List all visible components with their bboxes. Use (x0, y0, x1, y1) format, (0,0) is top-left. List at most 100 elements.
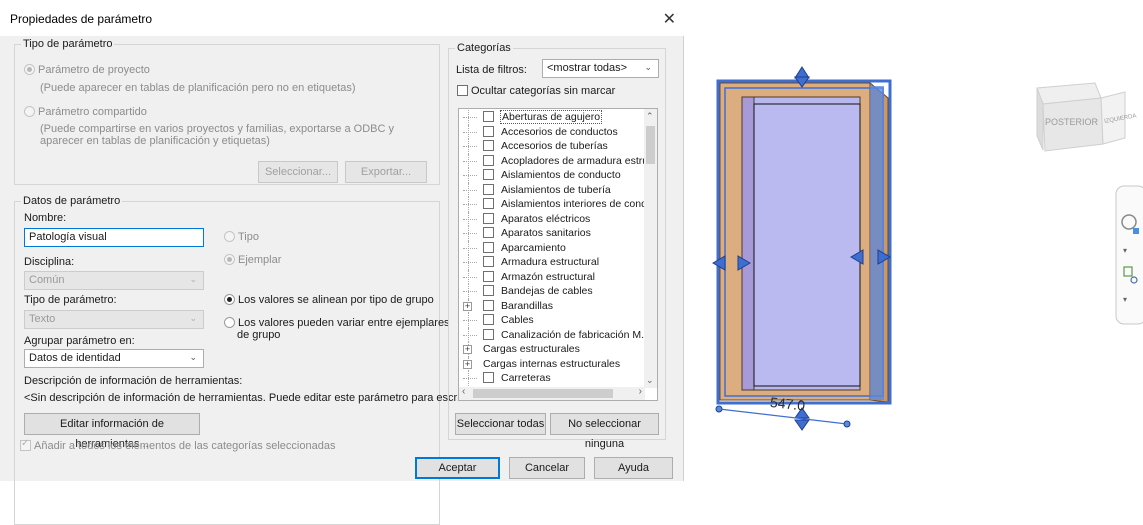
add-to-all-elements-label: Añadir a todos los elementos de las cate… (34, 440, 336, 452)
list-item[interactable]: Armazón estructural (459, 269, 649, 284)
vary-by-instance-label-1: Los valores pueden variar entre ejemplar… (238, 317, 450, 329)
list-item[interactable]: Aparcamiento (459, 240, 649, 255)
horizontal-scrollbar[interactable]: ‹ › (459, 386, 645, 400)
model-viewport[interactable]: 547.0 POSTERIOR IZQUIERDA ▾ ▾ (685, 0, 1143, 481)
discipline-select[interactable]: Común ⌄ (24, 271, 204, 290)
radio-icon (224, 294, 235, 305)
shared-parameter-description-2: aparecer en tablas de planificación y et… (40, 135, 270, 147)
list-item-label: Accesorios de tuberías (501, 140, 608, 152)
title-bar: Propiedades de parámetro ✕ (0, 0, 684, 36)
list-item-label: Armadura estructural (501, 256, 600, 268)
list-item[interactable]: Aberturas de agujero (459, 110, 649, 125)
select-button[interactable]: Seleccionar... (258, 161, 338, 183)
list-item[interactable]: Bandejas de cables (459, 284, 649, 299)
filter-list-select[interactable]: <mostrar todas> ⌄ (542, 59, 659, 78)
list-item-label: Acopladores de armadura estruct (501, 154, 657, 167)
vary-by-instance-label-2: de grupo (237, 329, 281, 341)
discipline-value: Común (29, 274, 65, 286)
group-parameter-select[interactable]: Datos de identidad ⌄ (24, 349, 204, 368)
scroll-thumb[interactable] (646, 126, 655, 164)
type-radio-label: Tipo (238, 231, 259, 243)
categories-legend: Categorías (457, 42, 511, 54)
list-item-label: Canalización de fabricación M... (501, 328, 650, 341)
select-all-button[interactable]: Seleccionar todas (455, 413, 546, 435)
checkbox-icon (457, 85, 468, 96)
expand-icon[interactable]: + (463, 345, 472, 354)
name-label: Nombre: (24, 212, 67, 224)
list-item[interactable]: Aislamientos de conducto (459, 168, 649, 183)
parameter-properties-dialog: Propiedades de parámetro ✕ Tipo de parám… (0, 0, 684, 525)
scroll-right-icon[interactable]: › (639, 386, 642, 397)
categories-list[interactable]: Aberturas de agujero Accesorios de condu… (458, 108, 658, 401)
list-item[interactable]: Cables (459, 313, 649, 328)
cancel-button[interactable]: Cancelar (509, 457, 585, 479)
scroll-up-icon[interactable]: ⌃ (646, 111, 654, 122)
list-item[interactable]: Carreteras (459, 371, 649, 386)
chevron-down-icon: ⌄ (189, 352, 197, 362)
help-button[interactable]: Ayuda (594, 457, 673, 479)
list-item[interactable]: Accesorios de tuberías (459, 139, 649, 154)
scroll-left-icon[interactable]: ‹ (462, 386, 465, 397)
type-radio[interactable]: Tipo (224, 231, 259, 243)
dialog-title: Propiedades de parámetro (10, 12, 153, 26)
flip-arrow-top-icon[interactable] (794, 66, 810, 79)
hide-unchecked-checkbox[interactable]: Ocultar categorías sin marcar (457, 85, 615, 97)
list-item-label: Aberturas de agujero (499, 110, 603, 124)
list-item-label: Cables (501, 314, 534, 326)
list-item[interactable]: + Cargas internas estructurales (459, 356, 649, 371)
list-item-label: Aparcamiento (501, 241, 566, 254)
vary-by-instance-radio[interactable]: Los valores pueden variar entre ejemplar… (224, 317, 450, 329)
list-item[interactable]: Acopladores de armadura estruct (459, 153, 656, 168)
radio-icon (24, 64, 35, 75)
list-item[interactable]: + Cargas estructurales (459, 342, 649, 357)
expand-icon[interactable]: + (463, 301, 472, 311)
name-input[interactable]: Patología visual (24, 228, 204, 247)
list-item-label: Bandejas de cables (501, 285, 593, 297)
add-to-all-elements-checkbox[interactable]: Añadir a todos los elementos de las cate… (20, 438, 336, 452)
list-item[interactable]: Aparatos sanitarios (459, 226, 649, 241)
list-item[interactable]: + Barandillas (459, 298, 649, 313)
align-by-group-radio[interactable]: Los valores se alinean por tipo de grupo (224, 294, 434, 306)
parameter-data-legend: Datos de parámetro (23, 195, 121, 207)
project-parameter-radio[interactable]: Parámetro de proyecto (24, 64, 150, 76)
list-item-label: Carreteras (501, 372, 551, 384)
shared-parameter-radio[interactable]: Parámetro compartido (24, 106, 147, 118)
group-parameter-label: Agrupar parámetro en: (24, 335, 135, 347)
list-item-label: Cargas estructurales (483, 343, 580, 355)
select-none-button[interactable]: No seleccionar ninguna (550, 413, 659, 450)
list-item-label: Armazón estructural (501, 270, 595, 283)
parameter-type-select[interactable]: Texto ⌄ (24, 310, 204, 329)
list-item[interactable]: Canalización de fabricación M... (459, 327, 650, 342)
tooltip-description-text: <Sin descripción de información de herra… (24, 392, 469, 404)
list-item-label: Aislamientos interiores de condu... (501, 198, 658, 210)
flip-arrow-bottom-icon[interactable] (794, 419, 810, 431)
scroll-down-icon[interactable]: ⌄ (646, 375, 654, 386)
shared-parameter-label: Parámetro compartido (38, 106, 147, 118)
list-item-label: Aislamientos de tubería (501, 183, 611, 196)
parameter-type-legend: Tipo de parámetro (23, 38, 113, 50)
list-item-label: Accesorios de conductos (501, 125, 618, 138)
dimension-label[interactable]: 547.0 (769, 394, 806, 414)
chevron-down-icon: ⌄ (644, 62, 652, 72)
ok-button[interactable]: Aceptar (415, 457, 500, 479)
instance-radio[interactable]: Ejemplar (224, 254, 281, 266)
export-button[interactable]: Exportar... (345, 161, 427, 183)
list-item[interactable]: Aislamientos de tubería (459, 182, 649, 197)
list-item[interactable]: Aparatos eléctricos (459, 211, 649, 226)
chevron-down-icon: ⌄ (189, 313, 197, 323)
parameter-type-value: Texto (29, 313, 56, 325)
chevron-down-icon: ⌄ (189, 274, 197, 284)
viewcube[interactable]: POSTERIOR IZQUIERDA (1036, 82, 1137, 152)
scroll-thumb[interactable] (473, 389, 613, 398)
list-item[interactable]: Armadura estructural (459, 255, 649, 270)
radio-icon (224, 231, 235, 242)
close-icon[interactable]: ✕ (663, 9, 676, 29)
vertical-scrollbar[interactable]: ⌃ ⌄ (644, 109, 657, 388)
name-input-value: Patología visual (29, 231, 107, 243)
list-item[interactable]: Aislamientos interiores de condu... (459, 197, 657, 212)
project-parameter-label: Parámetro de proyecto (38, 64, 150, 76)
navigation-bar[interactable]: ▾ ▾ (1115, 185, 1143, 325)
expand-icon[interactable]: + (463, 359, 472, 369)
list-item[interactable]: Accesorios de conductos (459, 124, 649, 139)
edit-tooltip-button[interactable]: Editar información de herramientas... (24, 413, 200, 450)
